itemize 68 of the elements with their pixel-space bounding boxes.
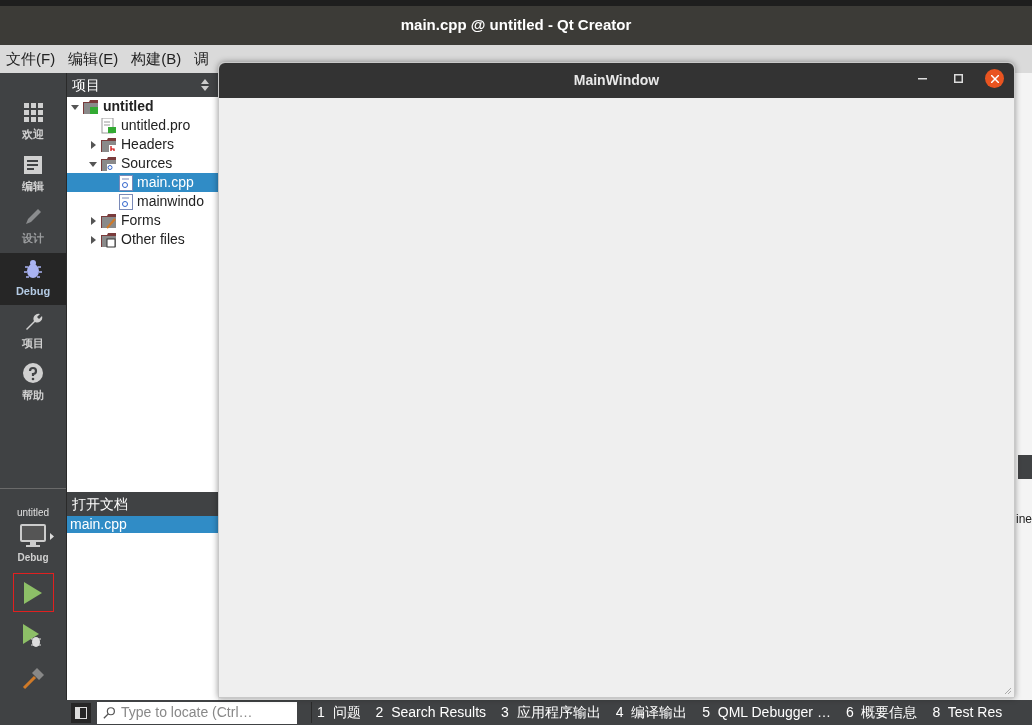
document-icon (24, 155, 42, 174)
caret-icon (50, 532, 54, 540)
kit-selector[interactable] (20, 524, 54, 548)
panel-title: 项目 (72, 75, 100, 95)
sidebar-icon (75, 706, 87, 719)
folder-icon (101, 155, 117, 172)
tree-item[interactable]: main.cpp (67, 173, 218, 192)
collapse-arrow-icon (89, 216, 97, 225)
output-tab[interactable]: 6 概要信息 (845, 702, 918, 723)
pencil-icon (24, 207, 42, 226)
bug-icon (23, 258, 43, 279)
panel-title: 打开文档 (72, 494, 128, 514)
hammer-icon (22, 667, 44, 690)
mode-button[interactable]: 项目 (0, 305, 66, 357)
folder-icon (101, 136, 117, 153)
tree-item[interactable]: Forms (67, 211, 218, 230)
search-icon (103, 705, 117, 720)
mode-button[interactable]: 欢迎 (0, 97, 66, 149)
cpp-file-icon (119, 174, 133, 191)
kit-project-label: untitled (16, 506, 50, 520)
mode-button[interactable]: 编辑 (0, 149, 66, 201)
collapse-arrow-icon (89, 140, 97, 149)
tree-item[interactable]: Headers (67, 135, 218, 154)
output-tab[interactable]: 1 问题 (317, 702, 361, 723)
output-tab[interactable]: 5 QML Debugger … (702, 702, 831, 723)
tree-item[interactable]: Sources (67, 154, 218, 173)
tree-item[interactable]: mainwindo (67, 192, 218, 211)
output-tab[interactable]: 2 Search Results (375, 702, 487, 723)
menu-item[interactable]: 构建(B) (131, 47, 182, 71)
minimize-icon (917, 77, 927, 80)
menu-item[interactable]: 调 (194, 47, 210, 71)
menu-item[interactable]: 编辑(E) (68, 47, 119, 71)
dialog-title: MainWindow (573, 71, 660, 90)
menu-item[interactable]: 文件(F) (6, 47, 56, 71)
panel-header-bar (1018, 455, 1032, 479)
close-icon (990, 74, 999, 83)
editor-text: ine (1016, 512, 1032, 526)
output-tab[interactable]: 3 应用程序输出 (501, 702, 601, 723)
locator-field[interactable]: Type to locate (Ctrl… (97, 701, 297, 724)
play-icon (24, 581, 42, 604)
tree-item[interactable]: untitled (67, 97, 218, 116)
grid-icon (23, 103, 43, 123)
file-icon (101, 117, 117, 134)
folder-icon (83, 98, 99, 115)
maximize-icon (953, 74, 963, 83)
output-tab[interactable]: 8 Test Res (932, 702, 1003, 723)
sort-icon (201, 79, 209, 91)
collapse-arrow-icon (89, 235, 97, 244)
folder-icon (101, 212, 117, 229)
expand-arrow-icon (71, 102, 79, 111)
mode-button[interactable]: 帮助 (0, 357, 66, 409)
play-bug-icon (23, 623, 43, 648)
tree-item[interactable]: untitled.pro (67, 116, 218, 135)
folder-icon (101, 231, 117, 248)
close-button[interactable] (985, 69, 1004, 88)
run-button[interactable] (12, 573, 54, 612)
cpp-file-icon (119, 193, 133, 210)
window-title: main.cpp @ untitled - Qt Creator (400, 15, 632, 36)
sidebar-toggle-button[interactable] (71, 702, 91, 723)
resize-grip-icon (1004, 687, 1012, 695)
kit-build-label: Debug (17, 551, 49, 565)
monitor-icon (20, 524, 46, 548)
expand-arrow-icon (89, 159, 97, 168)
output-tab[interactable]: 4 编译输出 (615, 702, 688, 723)
tree-item[interactable]: Other files (67, 230, 218, 249)
document-item[interactable]: main.cpp (67, 516, 218, 533)
help-icon (23, 362, 43, 383)
mode-button[interactable]: Debug (0, 253, 66, 305)
